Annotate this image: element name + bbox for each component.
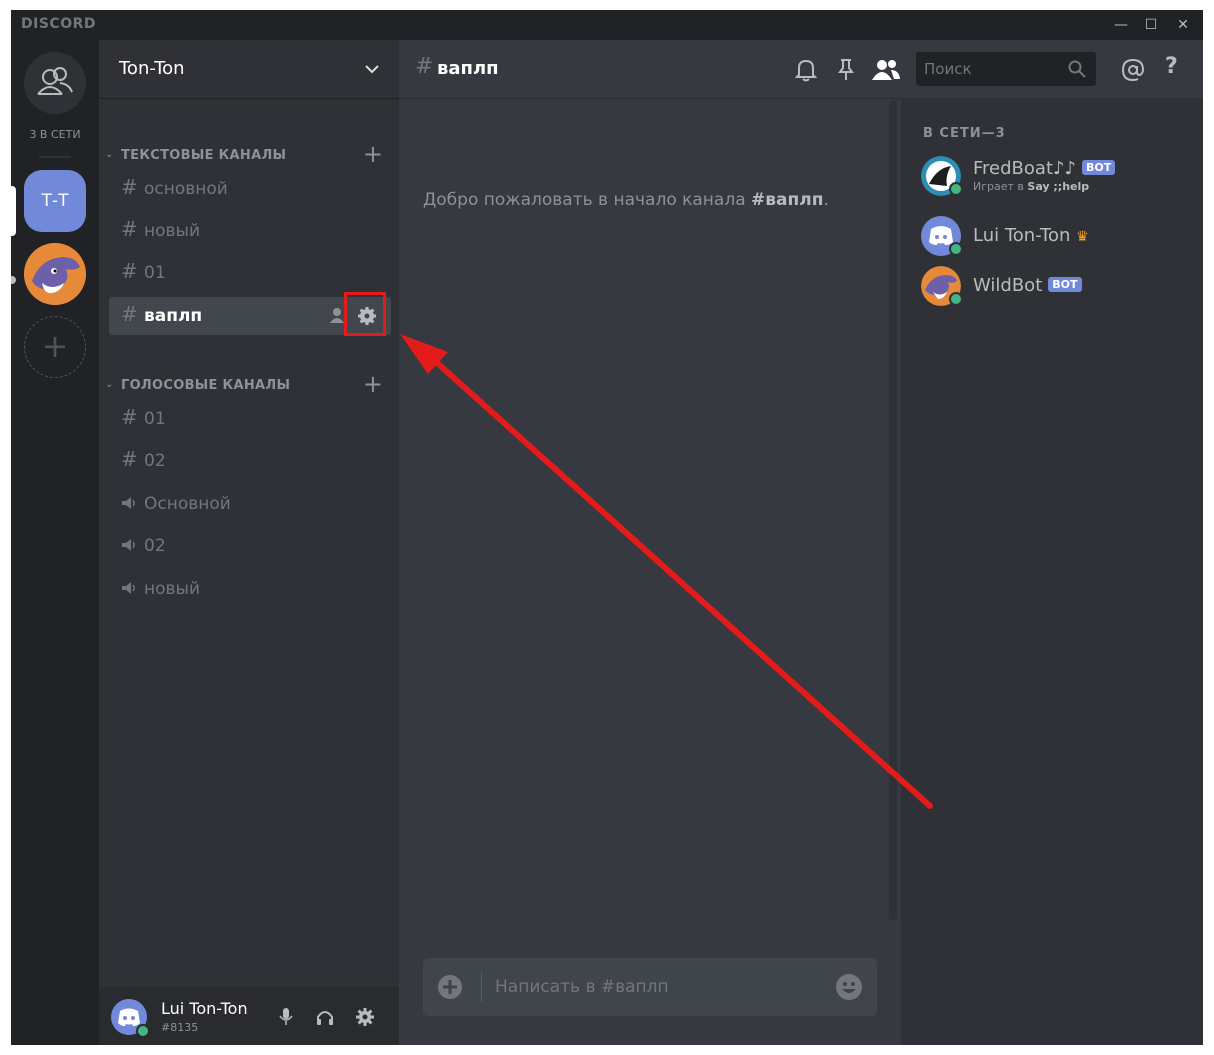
category-chevron-icon: ⌄ [105, 379, 114, 390]
online-count: 3 В СЕТИ [29, 128, 81, 141]
voice-channel-item[interactable]: Основной [109, 485, 391, 523]
member-name: FredBoat♪♪ BOT [973, 158, 1116, 179]
composer-divider [481, 972, 482, 1002]
text-channels-category[interactable]: ⌄ ТЕКСТОВЫЕ КАНАЛЫ + [105, 140, 395, 168]
bell-icon[interactable] [795, 58, 817, 82]
hash-icon: # [121, 175, 138, 199]
category-label: ГОЛОСОВЫЕ КАНАЛЫ [121, 378, 291, 393]
channel-item[interactable]: # основной [109, 170, 391, 208]
hash-icon: # [415, 54, 434, 79]
welcome-message: Добро пожаловать в начало канала #ваплп. [423, 190, 829, 210]
hash-icon: # [121, 302, 138, 326]
hash-icon: # [121, 259, 138, 283]
voice-channels-category[interactable]: ⌄ ГОЛОСОВЫЕ КАНАЛЫ + [105, 370, 395, 398]
online-status-dot [136, 1024, 150, 1038]
search-input[interactable]: Поиск [916, 52, 1096, 86]
add-server-button[interactable]: + [24, 316, 86, 378]
bot-badge: BOT [1048, 277, 1082, 292]
crown-icon: ♛ [1076, 229, 1089, 245]
members-list-icon[interactable] [871, 58, 901, 82]
unread-indicator [11, 276, 16, 284]
channel-item[interactable]: # 01 [109, 254, 391, 292]
channel-item[interactable]: # 01 [109, 400, 391, 438]
members-section-title: В СЕТИ—3 [923, 126, 1006, 141]
member-activity: Играет в Say ;;help [973, 180, 1090, 193]
app-brand: DISCORD [21, 16, 96, 32]
minimize-button[interactable]: — [1109, 14, 1133, 36]
speaker-icon [122, 497, 135, 509]
add-voice-channel-button[interactable]: + [363, 370, 383, 398]
friends-button[interactable] [24, 52, 86, 114]
search-placeholder: Поиск [924, 60, 972, 78]
channel-title: ваплп [437, 58, 499, 79]
member-name: WildBot BOT [973, 275, 1082, 296]
channel-label: новый [144, 579, 201, 599]
selected-server-pill [11, 186, 16, 236]
channel-label: 02 [144, 536, 166, 556]
title-bar: DISCORD — ☐ ✕ [11, 10, 1203, 40]
user-panel: Lui Ton-Ton #8135 [99, 987, 399, 1045]
channel-label: 02 [144, 451, 166, 471]
server-rail: 3 В СЕТИ Т-Т + [11, 40, 99, 1045]
online-status-dot [949, 182, 963, 196]
welcome-suffix: . [823, 190, 829, 210]
welcome-channel: #ваплп [751, 190, 824, 210]
speaker-icon [122, 582, 135, 594]
upload-plus-icon[interactable] [437, 974, 463, 1000]
user-name: Lui Ton-Ton [161, 999, 248, 1018]
emoji-icon[interactable] [835, 973, 863, 1001]
member-item[interactable]: WildBot BOT [921, 264, 1201, 308]
hash-icon: # [121, 217, 138, 241]
hash-icon: # [121, 447, 138, 471]
headphones-icon[interactable] [315, 1007, 335, 1027]
welcome-text: Добро пожаловать в начало канала [423, 190, 752, 210]
online-status-dot [949, 292, 963, 306]
server-header[interactable]: Ton-Ton [99, 40, 399, 99]
annotation-highlight-box [344, 292, 386, 336]
category-chevron-icon: ⌄ [105, 149, 114, 160]
server-shark-avatar[interactable] [24, 243, 86, 305]
channel-label: основной [144, 179, 228, 199]
message-composer[interactable]: Написать в #ваплп [423, 958, 877, 1016]
bot-badge: BOT [1081, 160, 1116, 175]
category-label: ТЕКСТОВЫЕ КАНАЛЫ [121, 148, 287, 163]
microphone-icon[interactable] [277, 1007, 295, 1027]
shark-avatar-image [24, 243, 86, 305]
search-icon [1068, 60, 1086, 78]
rail-divider [39, 156, 71, 158]
voice-channel-item[interactable]: 02 [109, 527, 391, 565]
chat-area: # ваплп Поиск ? Добро пожаловать в начал… [399, 40, 1203, 1045]
user-settings-gear-icon[interactable] [355, 1007, 375, 1027]
online-status-dot [949, 242, 963, 256]
pin-icon[interactable] [837, 58, 855, 82]
help-icon[interactable]: ? [1165, 54, 1178, 79]
chat-scrollbar[interactable] [889, 100, 897, 920]
server-name: Ton-Ton [119, 58, 185, 79]
friends-icon [37, 67, 73, 95]
close-button[interactable]: ✕ [1171, 14, 1195, 36]
channel-sidebar: Ton-Ton ⌄ ТЕКСТОВЫЕ КАНАЛЫ + # основной … [99, 40, 399, 1045]
mentions-at-icon[interactable] [1121, 58, 1145, 82]
server-ton-ton[interactable]: Т-Т [24, 170, 86, 232]
channel-label: Основной [144, 494, 231, 514]
member-item[interactable]: Lui Ton-Ton ♛ [921, 214, 1201, 258]
add-text-channel-button[interactable]: + [363, 140, 383, 168]
member-name: Lui Ton-Ton ♛ [973, 225, 1089, 246]
message-input-placeholder: Написать в #ваплп [495, 977, 669, 997]
channel-item[interactable]: # новый [109, 212, 391, 250]
channel-label: 01 [144, 409, 166, 429]
channel-label: 01 [144, 263, 166, 283]
hash-icon: # [121, 405, 138, 429]
channel-item[interactable]: # 02 [109, 442, 391, 480]
user-tag: #8135 [161, 1021, 199, 1034]
member-item[interactable]: FredBoat♪♪ BOT Играет в Say ;;help [921, 154, 1201, 198]
speaker-icon [122, 539, 135, 551]
member-list: В СЕТИ—3 FredBoat♪♪ BOT Играет в Say ;;he… [901, 98, 1203, 1045]
chevron-down-icon [365, 65, 379, 74]
voice-channel-item[interactable]: новый [109, 570, 391, 608]
channel-label: новый [144, 221, 201, 241]
discord-window: DISCORD — ☐ ✕ 3 В СЕТИ Т-Т + Ton-Ton ⌄ Т… [11, 10, 1203, 1045]
maximize-button[interactable]: ☐ [1139, 14, 1163, 36]
channel-label: ваплп [144, 306, 203, 326]
